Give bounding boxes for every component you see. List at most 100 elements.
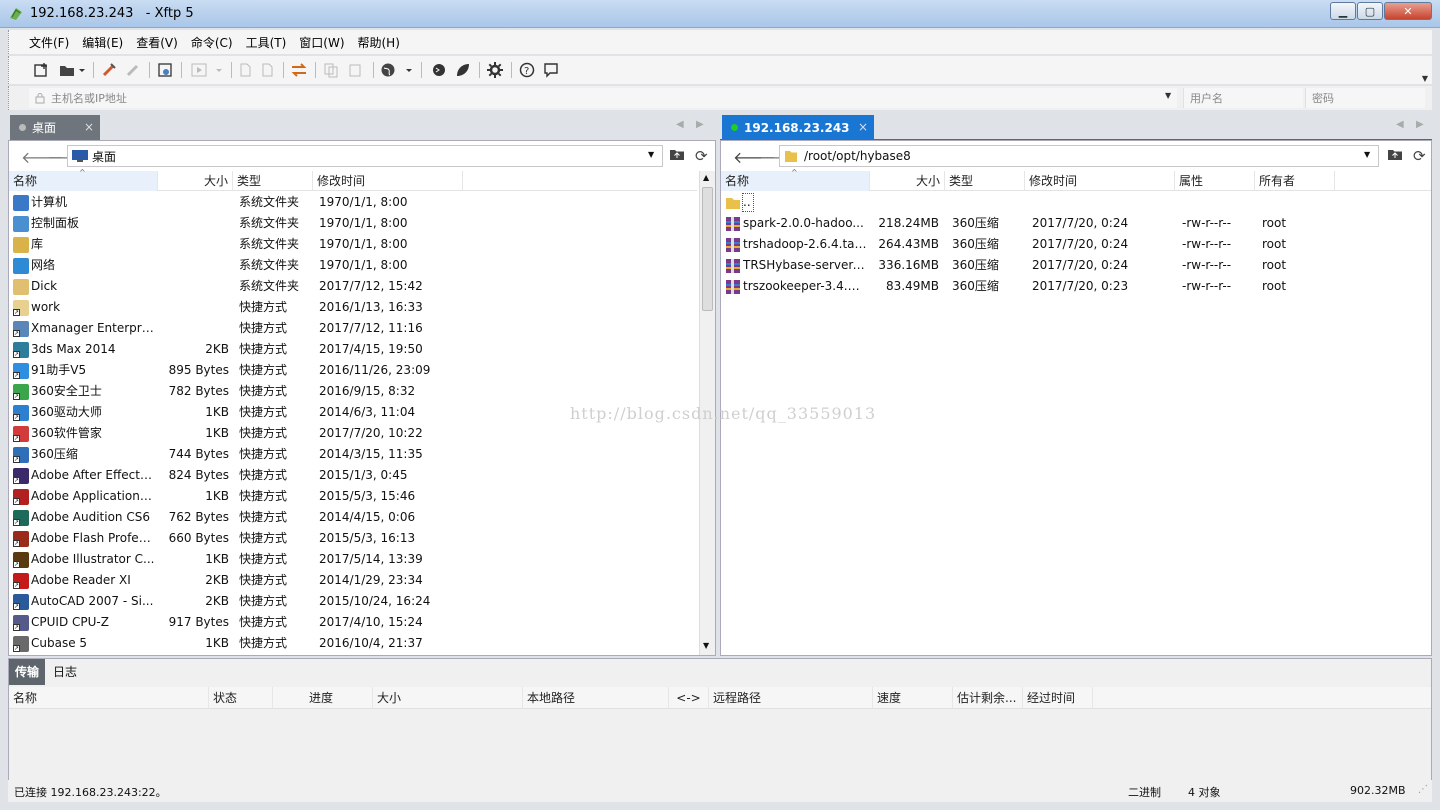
col-progress[interactable]: 进度 [273, 687, 373, 709]
menu-view[interactable]: 查看(V) [136, 34, 178, 51]
col-eta[interactable]: 估计剩余... [953, 687, 1023, 709]
file-modified: 2017/7/20, 0:24 [1032, 216, 1129, 230]
table-row[interactable]: Adobe Audition CS6 762 Bytes 快捷方式 2014/4/15… [9, 507, 697, 528]
xshell-icon[interactable] [429, 60, 449, 80]
tab-desktop[interactable]: 桌面 × [10, 115, 100, 140]
col-direction[interactable]: <-> [669, 687, 709, 709]
open-folder-icon[interactable] [57, 60, 87, 80]
toolbar-overflow-icon[interactable]: ▼ [1419, 68, 1431, 88]
col-local-path[interactable]: 本地路径 [523, 687, 669, 709]
tab-remote-session[interactable]: 192.168.23.243 × [722, 115, 874, 140]
session-properties-icon[interactable] [155, 60, 175, 80]
menu-window[interactable]: 窗口(W) [299, 34, 344, 51]
tab-scroll-right-icon[interactable]: ▶ [696, 119, 704, 130]
col-type[interactable]: 类型 [233, 171, 313, 191]
table-row[interactable]: 3ds Max 2014 2KB 快捷方式 2017/4/15, 19:50 ↗ [9, 339, 697, 360]
help-icon[interactable]: ? [517, 60, 537, 80]
tab-scroll-left-icon[interactable]: ◀ [1396, 119, 1404, 130]
tab-close-icon[interactable]: × [84, 120, 94, 134]
menu-file[interactable]: 文件(F) [29, 34, 69, 51]
menu-command[interactable]: 命令(C) [191, 34, 233, 51]
table-row[interactable]: trshadoop-2.6.4.tar.... 264.43MB 360压缩 2017… [721, 234, 1431, 255]
refresh-icon[interactable]: ⟳ [695, 147, 708, 165]
table-row[interactable]: Adobe Flash Profes... 660 Bytes 快捷方式 2015/5… [9, 528, 697, 549]
col-remote-path[interactable]: 远程路径 [709, 687, 873, 709]
col-modified[interactable]: 修改时间 [1025, 171, 1175, 191]
transfer-play-icon[interactable] [189, 60, 225, 80]
col-owner[interactable]: 所有者 [1255, 171, 1335, 191]
table-row[interactable]: AutoCAD 2007 - Si... 2KB 快捷方式 2015/10/24, 1… [9, 591, 697, 612]
tab-scroll-right-icon[interactable]: ▶ [1416, 119, 1424, 130]
username-input[interactable]: 用户名 [1183, 88, 1303, 108]
scroll-up-icon[interactable]: ▲ [703, 173, 709, 182]
globe-encoding-icon[interactable] [379, 60, 415, 80]
table-row[interactable]: 360安全卫士 782 Bytes 快捷方式 2016/9/15, 8:32 ↗ [9, 381, 697, 402]
password-input[interactable]: 密码 [1305, 88, 1425, 108]
tab-transfers[interactable]: 传输 [9, 659, 45, 685]
tab-close-icon[interactable]: × [858, 120, 868, 134]
col-size[interactable]: 大小 [158, 171, 233, 191]
refresh-icon[interactable]: ⟳ [1413, 147, 1426, 165]
path-dropdown-icon[interactable]: ▼ [1364, 150, 1370, 159]
path-dropdown-icon[interactable]: ▼ [648, 150, 654, 159]
col-size[interactable]: 大小 [870, 171, 945, 191]
resize-grip-icon[interactable]: ⋰ [1418, 784, 1428, 795]
col-speed[interactable]: 速度 [873, 687, 953, 709]
tab-scroll-left-icon[interactable]: ◀ [676, 119, 684, 130]
col-size[interactable]: 大小 [373, 687, 523, 709]
connect-icon[interactable] [99, 60, 119, 80]
parent-dir-row[interactable]: .. [721, 192, 1431, 213]
table-row[interactable]: 网络 系统文件夹 1970/1/1, 8:00 [9, 255, 697, 276]
new-session-icon[interactable] [31, 60, 51, 80]
table-row[interactable]: Adobe Reader XI 2KB 快捷方式 2014/1/29, 23:34 ↗ [9, 570, 697, 591]
remote-path-box[interactable]: /root/opt/hybase8 ▼ [779, 145, 1379, 167]
table-row[interactable]: 360压缩 744 Bytes 快捷方式 2014/3/15, 11:35 ↗ [9, 444, 697, 465]
tab-log[interactable]: 日志 [47, 659, 87, 685]
sync-transfer-icon[interactable] [289, 60, 309, 80]
download-file-icon[interactable] [257, 60, 277, 80]
table-row[interactable]: Cubase 5 1KB 快捷方式 2016/10/4, 21:37 ↗ [9, 633, 697, 654]
close-button[interactable]: ✕ [1384, 2, 1432, 20]
table-row[interactable]: Xmanager Enterpri... 快捷方式 2017/7/12, 11:16… [9, 318, 697, 339]
scroll-thumb[interactable] [702, 187, 713, 311]
xmanager-icon[interactable] [453, 60, 473, 80]
table-row[interactable]: Adobe Application ... 1KB 快捷方式 2015/5/3, 15… [9, 486, 697, 507]
table-row[interactable]: 91助手V5 895 Bytes 快捷方式 2016/11/26, 23:09 ↗ [9, 360, 697, 381]
col-elapsed[interactable]: 经过时间 [1023, 687, 1093, 709]
table-row[interactable]: 控制面板 系统文件夹 1970/1/1, 8:00 [9, 213, 697, 234]
col-type[interactable]: 类型 [945, 171, 1025, 191]
disconnect-icon[interactable] [123, 60, 143, 80]
table-row[interactable]: work 快捷方式 2016/1/13, 16:33 ↗ [9, 297, 697, 318]
host-input[interactable]: 主机名或IP地址 ▼ [29, 88, 1177, 108]
table-row[interactable]: 库 系统文件夹 1970/1/1, 8:00 [9, 234, 697, 255]
table-row[interactable]: Adobe Illustrator C... 1KB 快捷方式 2017/5/14, … [9, 549, 697, 570]
folder-up-icon[interactable] [669, 147, 685, 164]
folder-up-icon[interactable] [1387, 147, 1403, 164]
scroll-down-icon[interactable]: ▼ [703, 641, 709, 650]
col-modified[interactable]: 修改时间 [313, 171, 463, 191]
gear-icon[interactable] [485, 60, 505, 80]
col-status[interactable]: 状态 [209, 687, 273, 709]
minimize-button[interactable]: ▁ [1330, 2, 1356, 20]
table-row[interactable]: 计算机 系统文件夹 1970/1/1, 8:00 [9, 192, 697, 213]
table-row[interactable]: trszookeeper-3.4.6.... 83.49MB 360压缩 2017/7… [721, 276, 1431, 297]
paste-icon[interactable] [345, 60, 365, 80]
menu-tools[interactable]: 工具(T) [246, 34, 287, 51]
table-row[interactable]: TRSHybase-server-l... 336.16MB 360压缩 2017/7… [721, 255, 1431, 276]
col-name[interactable]: 名称 [9, 687, 209, 709]
table-row[interactable]: Dick 系统文件夹 2017/7/12, 15:42 [9, 276, 697, 297]
table-row[interactable]: Adobe After Effects... 824 Bytes 快捷方式 2015/… [9, 465, 697, 486]
menu-edit[interactable]: 编辑(E) [82, 34, 123, 51]
col-attributes[interactable]: 属性 [1175, 171, 1255, 191]
file-type: 360压缩 [952, 237, 999, 251]
table-row[interactable]: CPUID CPU-Z 917 Bytes 快捷方式 2017/4/10, 15:24… [9, 612, 697, 633]
host-dropdown-icon[interactable]: ▼ [1165, 91, 1171, 100]
local-path-box[interactable]: 桌面 ▼ [67, 145, 663, 167]
copy-icon[interactable] [321, 60, 341, 80]
table-row[interactable]: 360软件管家 1KB 快捷方式 2017/7/20, 10:22 ↗ [9, 423, 697, 444]
upload-file-icon[interactable] [235, 60, 255, 80]
menu-help[interactable]: 帮助(H) [358, 34, 400, 51]
chat-icon[interactable] [541, 60, 561, 80]
maximize-button[interactable]: ▢ [1357, 2, 1383, 20]
table-row[interactable]: spark-2.0.0-hadoo... 218.24MB 360压缩 2017/7/… [721, 213, 1431, 234]
